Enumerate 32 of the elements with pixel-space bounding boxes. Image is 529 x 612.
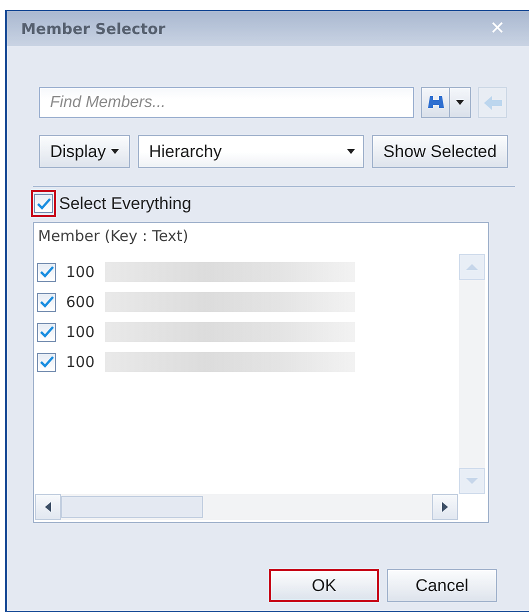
scroll-left-button[interactable] xyxy=(35,494,61,520)
checkbox[interactable] xyxy=(34,194,53,213)
horizontal-scrollbar[interactable] xyxy=(35,494,458,520)
checkbox-label: Select Everything xyxy=(59,194,192,214)
up-triangle-icon xyxy=(466,264,478,270)
checkbox[interactable] xyxy=(37,352,56,372)
member-key: 100 xyxy=(66,353,95,372)
checkbox[interactable] xyxy=(37,292,56,312)
left-triangle-icon xyxy=(45,502,51,512)
view-select[interactable]: Hierarchy xyxy=(138,135,364,168)
left-arrow-icon xyxy=(484,96,502,110)
down-triangle-icon xyxy=(466,478,478,484)
column-header: Member (Key : Text) xyxy=(37,226,190,247)
caret-icon xyxy=(347,149,355,154)
find-button[interactable] xyxy=(421,87,450,118)
display-dropdown[interactable]: Display xyxy=(39,135,130,168)
checkbox[interactable] xyxy=(37,262,56,282)
scroll-thumb[interactable] xyxy=(61,496,203,518)
cancel-button[interactable]: Cancel xyxy=(387,569,497,602)
right-triangle-icon xyxy=(442,502,448,512)
caret-icon xyxy=(110,149,119,154)
scroll-right-button[interactable] xyxy=(432,494,458,520)
checkbox[interactable] xyxy=(37,322,56,342)
window-title: Member Selector xyxy=(21,20,166,38)
member-key: 600 xyxy=(66,293,95,312)
show-selected-button[interactable]: Show Selected xyxy=(372,135,508,168)
find-options-dropdown[interactable] xyxy=(450,87,471,118)
search-field[interactable]: Find Members... xyxy=(39,87,414,118)
member-key: 100 xyxy=(66,323,95,342)
caret-icon xyxy=(456,100,464,105)
member-key: 100 xyxy=(66,263,95,282)
ok-button[interactable]: OK xyxy=(269,569,379,602)
